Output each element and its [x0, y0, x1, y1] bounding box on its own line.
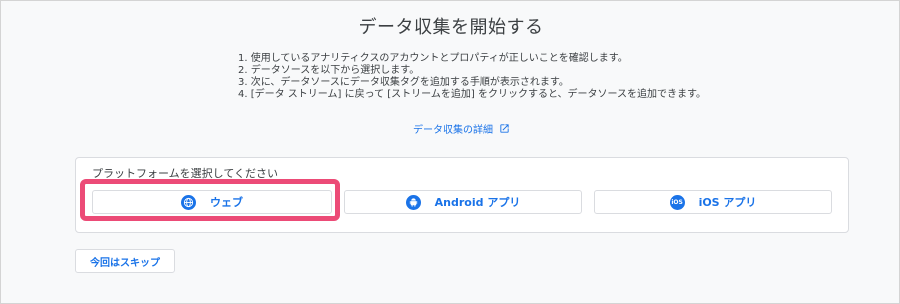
- instructions-list: 1. 使用しているアナリティクスのアカウントとプロパティが正しいことを確認します…: [238, 53, 706, 101]
- android-button-label: Android アプリ: [434, 196, 521, 209]
- ios-platform-button[interactable]: iOS iOS アプリ: [594, 190, 832, 214]
- skip-button[interactable]: 今回はスキップ: [75, 249, 175, 273]
- web-button-label: ウェブ: [210, 196, 243, 209]
- instruction-step: 1. 使用しているアナリティクスのアカウントとプロパティが正しいことを確認します…: [238, 53, 628, 64]
- page-frame: データ収集を開始する 1. 使用しているアナリティクスのアカウントとプロパティが…: [0, 0, 900, 304]
- ios-button-label: iOS アプリ: [698, 196, 757, 209]
- platform-select-label: プラットフォームを選択してください: [92, 167, 279, 180]
- page-title: データ収集を開始する: [358, 17, 544, 38]
- android-platform-button[interactable]: Android アプリ: [344, 190, 582, 214]
- platform-select-panel: プラットフォームを選択してください ウェブ Android アプリ iOS iO…: [75, 157, 849, 233]
- ios-icon: iOS: [669, 194, 685, 210]
- web-platform-button[interactable]: ウェブ: [92, 190, 332, 214]
- globe-icon: [181, 194, 196, 210]
- instruction-step: 2. データソースを以下から選択します。: [238, 65, 420, 76]
- android-icon: [405, 194, 421, 210]
- instruction-step: 3. 次に、データソースにデータ収集タグを追加する手順が表示されます。: [238, 77, 569, 88]
- instruction-step: 4. [データ ストリーム] に戻って [ストリームを追加] をクリックすると、…: [238, 89, 707, 100]
- open-in-new-icon: [500, 124, 509, 133]
- details-link-label: データ収集の詳細: [413, 125, 493, 136]
- data-collection-details-link[interactable]: データ収集の詳細: [413, 121, 510, 136]
